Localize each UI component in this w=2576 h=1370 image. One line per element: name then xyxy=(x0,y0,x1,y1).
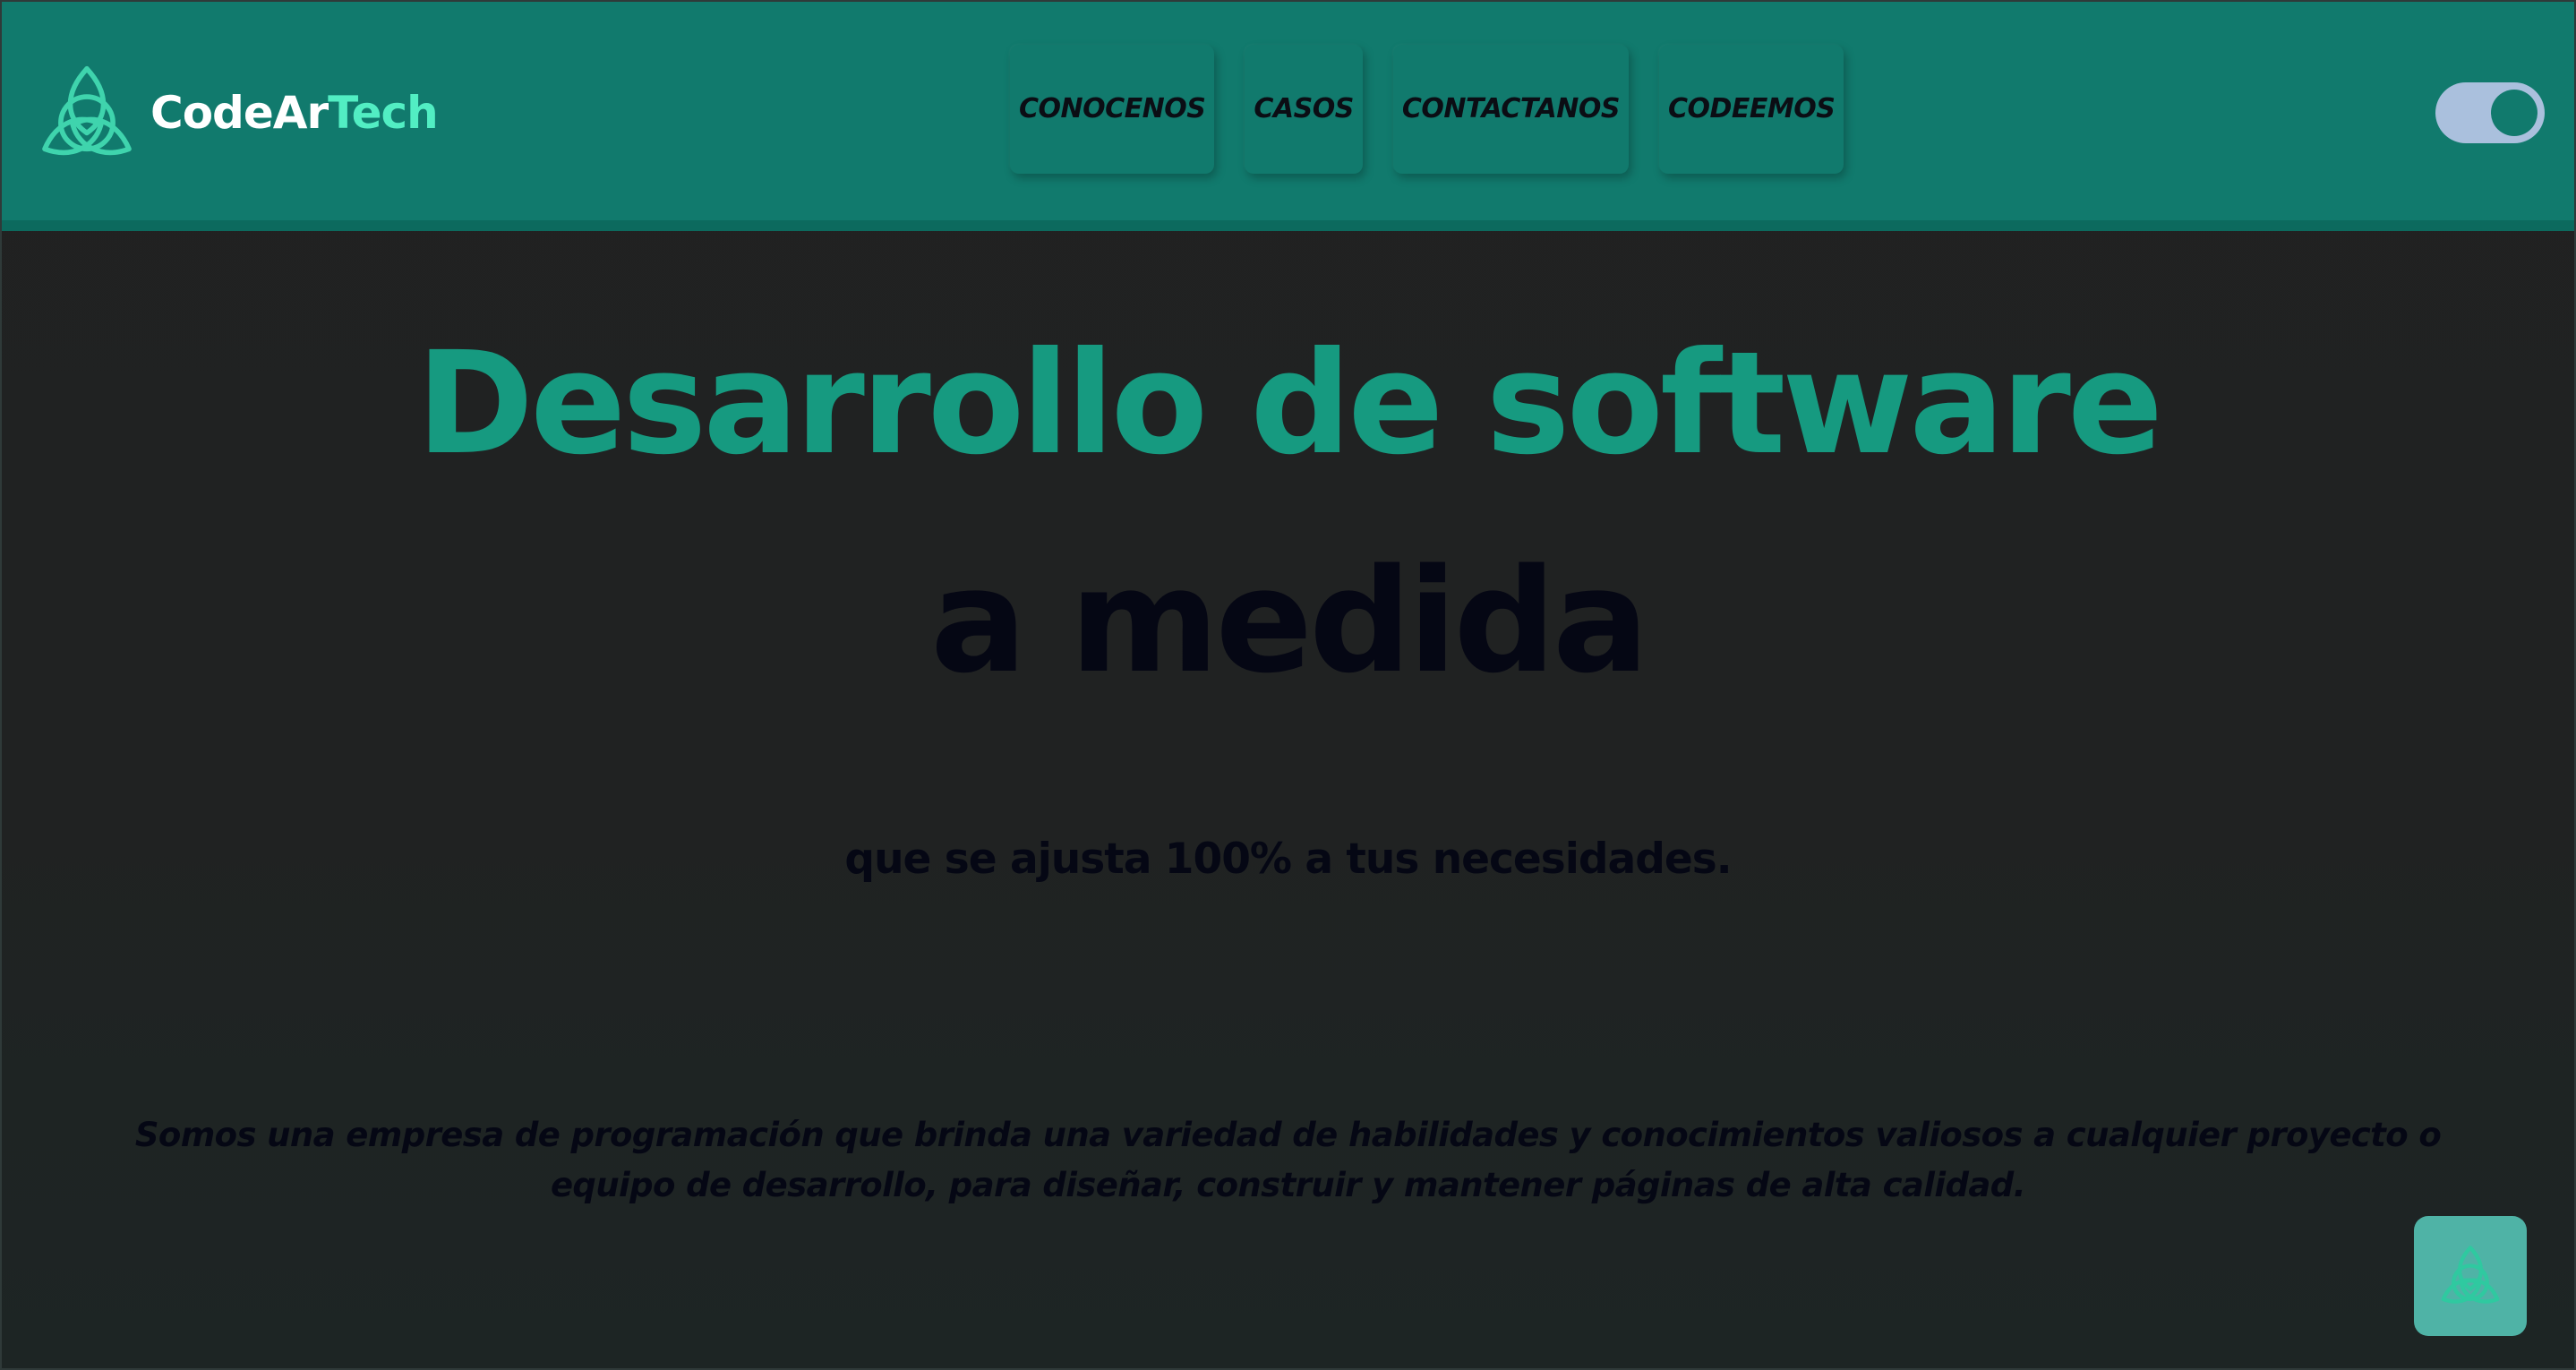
hero-description: Somos una empresa de programación que br… xyxy=(134,1116,2442,1204)
nav-item-label: CODEEMOS xyxy=(1667,93,1836,124)
nav-item-conocenos[interactable]: CONOCENOS xyxy=(1010,45,1215,174)
hero-title-line-1: Desarrollo de software xyxy=(415,321,2163,486)
nav-item-contactanos[interactable]: CONTACTANOS xyxy=(1392,45,1629,174)
nav-item-label: CONOCENOS xyxy=(1019,93,1206,124)
hero-title-line-2: a medida xyxy=(930,537,1649,705)
nav-item-casos[interactable]: CASOS xyxy=(1245,45,1363,174)
brand-name: CodeArTech xyxy=(150,90,439,135)
theme-toggle[interactable] xyxy=(2435,82,2545,143)
hero-subtitle: que se ajusta 100% a tus necesidades. xyxy=(844,835,1732,884)
floating-logo-button[interactable] xyxy=(2414,1216,2527,1336)
brand-name-part-1: CodeAr xyxy=(150,87,329,139)
main-nav: CONOCENOS CASOS CONTACTANOS CODEEMOS xyxy=(1010,45,1844,174)
page: CodeArTech CONOCENOS CASOS CONTACTANOS C… xyxy=(0,0,2576,1370)
nav-item-label: CASOS xyxy=(1254,93,1354,124)
site-header: CodeArTech CONOCENOS CASOS CONTACTANOS C… xyxy=(2,2,2574,231)
brand[interactable]: CodeArTech xyxy=(36,63,439,163)
toggle-knob xyxy=(2491,90,2537,136)
nav-item-codeemos[interactable]: CODEEMOS xyxy=(1658,45,1844,174)
brand-name-part-2: Tech xyxy=(328,87,439,139)
triquetra-knot-icon xyxy=(42,65,132,155)
triquetra-knot-icon xyxy=(2441,1246,2500,1304)
nav-item-label: CONTACTANOS xyxy=(1401,93,1621,124)
